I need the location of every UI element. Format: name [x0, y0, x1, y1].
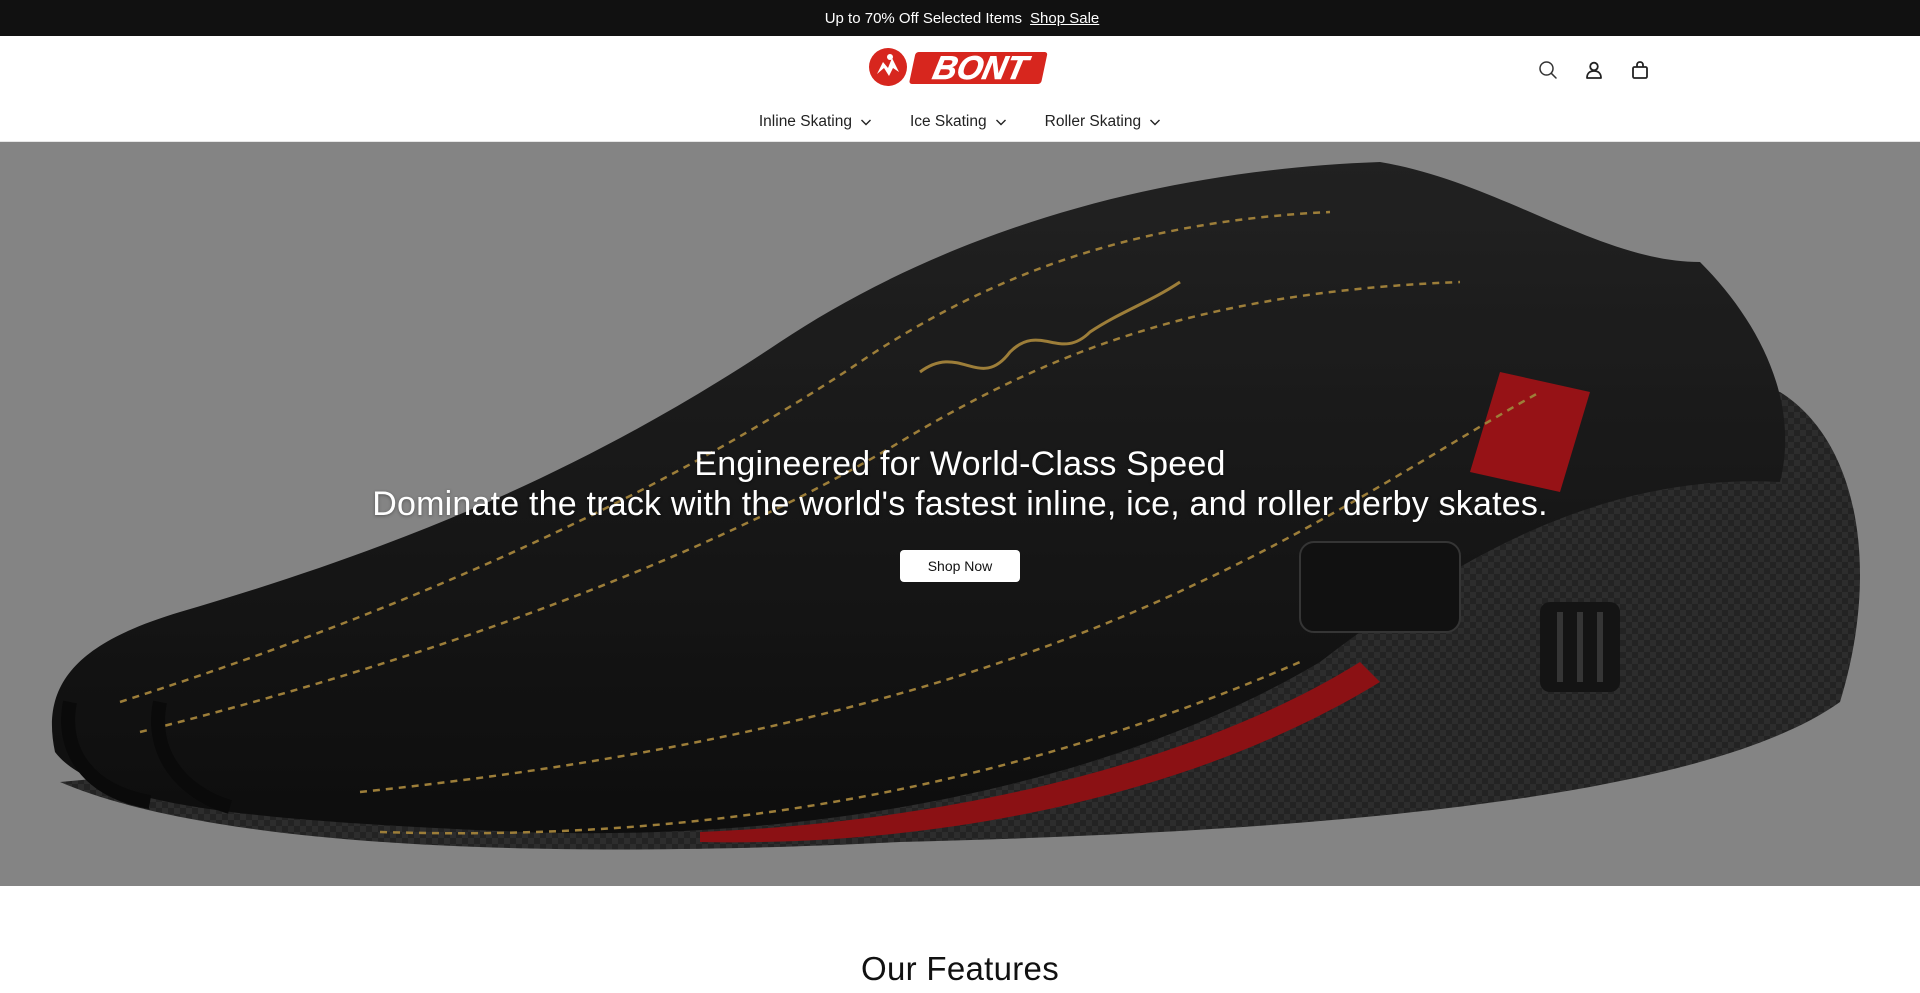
site-header: BONT Inline Skating Ice Skating Roller S… — [0, 36, 1920, 142]
announcement-bar: Up to 70% Off Selected Items Shop Sale — [0, 0, 1920, 36]
features-heading: Our Features — [860, 950, 1059, 987]
logo-text: BONT — [930, 50, 1034, 87]
brand-logo[interactable]: BONT — [869, 46, 1051, 88]
close-announcement-button[interactable] — [1890, 9, 1906, 25]
account-icon[interactable] — [1582, 58, 1606, 82]
chevron-down-icon — [860, 119, 871, 126]
hero-subtitle: Dominate the track with the world's fast… — [372, 485, 1548, 523]
shop-sale-link[interactable]: Shop Sale — [1030, 10, 1099, 27]
shop-now-button[interactable]: Shop Now — [900, 550, 1020, 582]
bont-logo-icon: BONT — [869, 48, 1048, 87]
search-icon[interactable] — [1536, 58, 1560, 82]
hero-text: Engineered for World-Class Speed Dominat… — [0, 444, 1920, 524]
nav-item-label: Inline Skating — [758, 113, 852, 130]
nav-item-label: Ice Skating — [909, 113, 987, 130]
chevron-down-icon — [995, 119, 1006, 126]
announcement-message: Up to 70% Off Selected Items — [824, 9, 1023, 27]
hero-title: Engineered for World-Class Speed — [694, 445, 1226, 483]
nav-item-inline-skating[interactable]: Inline Skating — [759, 108, 872, 136]
cart-icon[interactable] — [1628, 58, 1652, 82]
nav-item-label: Roller Skating — [1044, 113, 1142, 130]
header-actions — [1536, 56, 1652, 84]
nav-item-ice-skating[interactable]: Ice Skating — [910, 108, 1007, 136]
hero-banner: Engineered for World-Class Speed Dominat… — [0, 142, 1920, 886]
main-navigation: Inline Skating Ice Skating Roller Skatin… — [0, 108, 1920, 136]
chevron-down-icon — [1150, 119, 1161, 126]
nav-item-roller-skating[interactable]: Roller Skating — [1045, 108, 1162, 136]
